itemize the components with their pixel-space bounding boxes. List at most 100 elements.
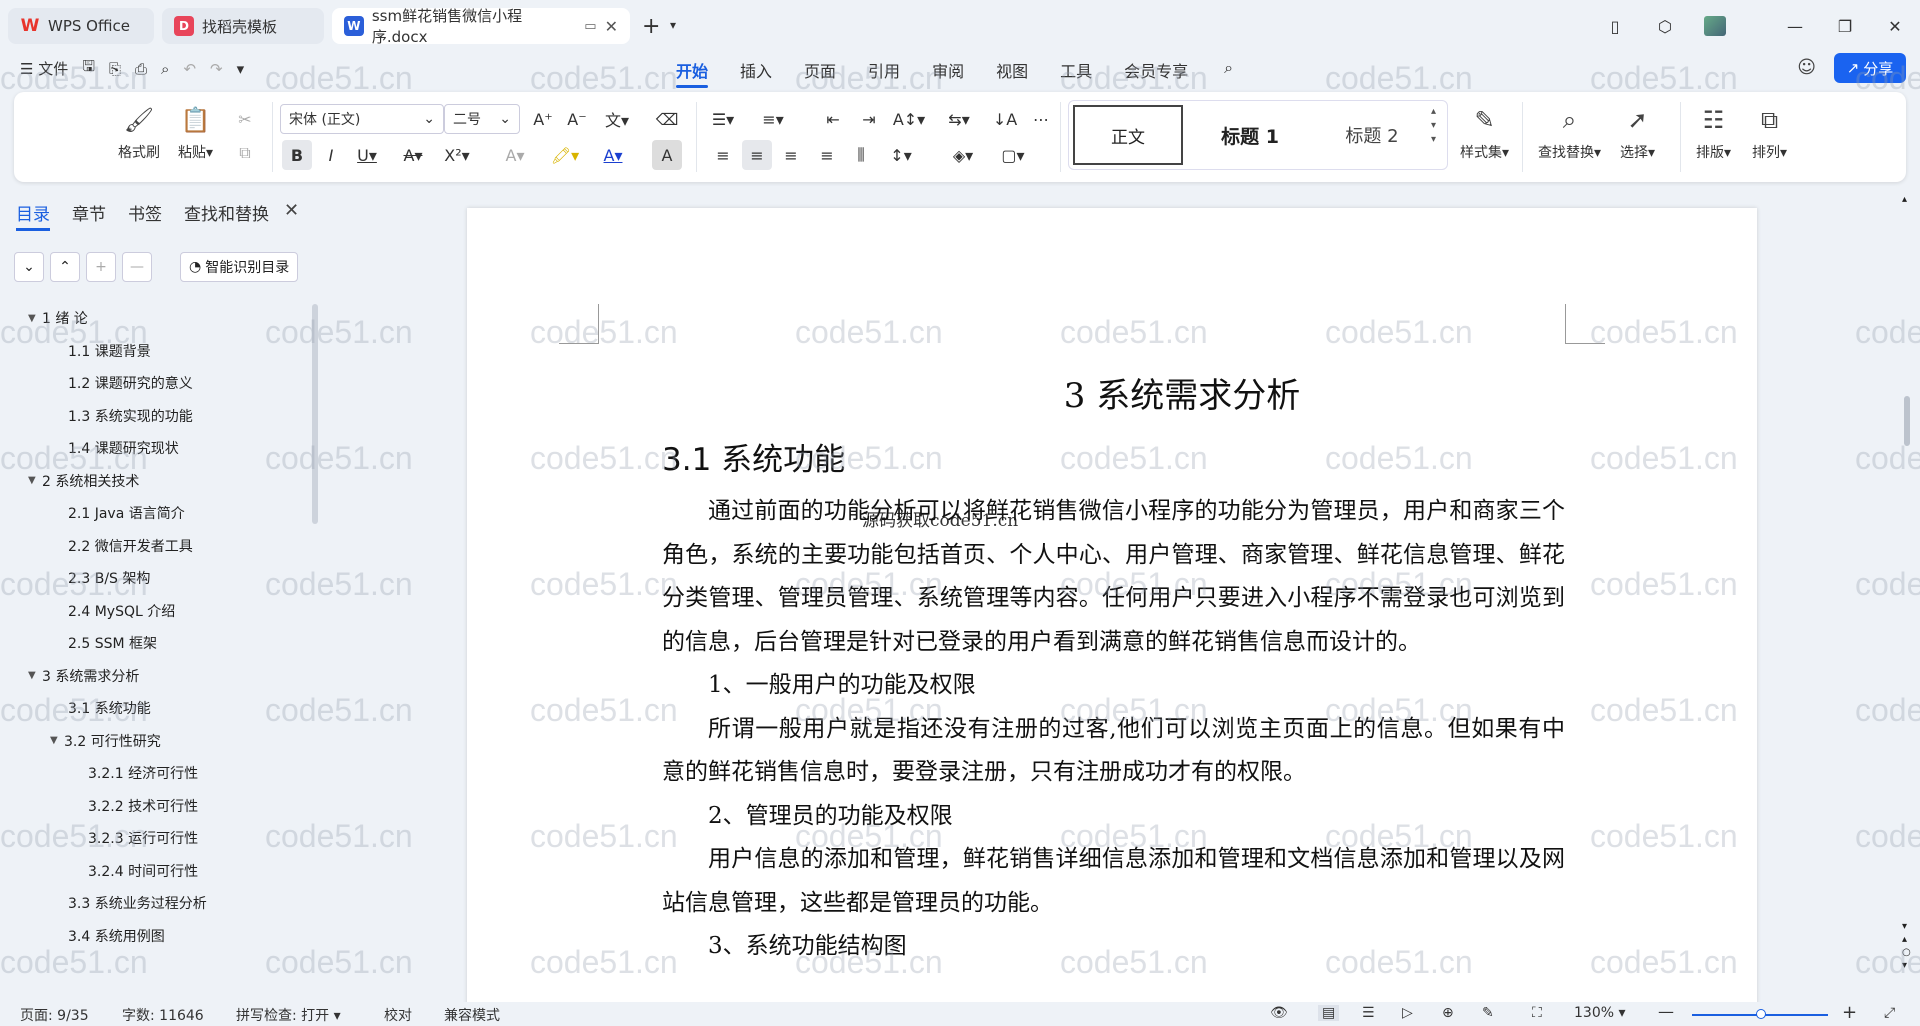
tab-review[interactable]: 审阅 [916,56,980,84]
cube-icon[interactable]: ⬡ [1640,10,1690,42]
file-menu[interactable]: ☰ 文件 [20,58,68,79]
toc-item[interactable]: 2.1 Java 语言简介 [0,497,310,530]
toc-item[interactable]: 3.2.2 技术可行性 [0,790,310,823]
toc-item[interactable]: 2.4 MySQL 介绍 [0,595,310,628]
share-link-icon[interactable]: ⎘ [109,60,121,78]
toc-item[interactable]: 3.3 系统业务过程分析 [0,887,310,920]
font-size-select[interactable]: 二号 ⌄ [444,104,520,134]
layout-button[interactable]: ☷ 排版▾ [1696,104,1731,162]
toc-item[interactable]: 2.2 微信开发者工具 [0,530,310,563]
close-icon[interactable]: ✕ [1870,10,1920,42]
superscript-icon[interactable]: X²▾ [442,140,472,170]
toc-item[interactable]: ▼ 3.2 可行性研究 [0,725,310,758]
toc-item[interactable]: 2.5 SSM 框架 [0,627,310,660]
style-set-button[interactable]: ✎ 样式集▾ [1460,104,1509,162]
tab-chapters[interactable]: 章节 [72,200,106,225]
toc-item[interactable]: 1.1 课题背景 [0,335,310,368]
sidebar-toggle-icon[interactable]: ▯ [1590,10,1640,42]
tab-document[interactable]: W ssm鲜花销售微信小程序.docx ▭ ✕ [332,7,630,46]
sort-icon[interactable]: ↓A [990,104,1020,134]
toc-item[interactable]: 3.2.4 时间可行性 [0,855,310,888]
play-icon[interactable]: ▷ [1402,1005,1413,1021]
paste-button[interactable]: 📋 粘贴▾ [178,104,213,162]
avatar[interactable] [1690,10,1740,42]
page-count[interactable]: 页面: 9/35 [20,1005,89,1025]
font-color-icon[interactable]: A▾ [598,140,628,170]
print-icon[interactable]: ⎙ [135,60,147,78]
expand-arrow-icon[interactable]: ▼ [28,313,42,324]
pen-icon[interactable]: ✎ [1482,1005,1494,1021]
print-preview-icon[interactable]: ⌕ [161,60,169,78]
text-direction-icon[interactable]: A↕▾ [893,104,925,134]
close-pane-icon[interactable]: ✕ [284,200,299,221]
word-count[interactable]: 字数: 11646 [122,1005,204,1025]
arrange-button[interactable]: ⧉ 排列▾ [1752,104,1787,162]
line-spacing-icon[interactable]: ↕▾ [886,140,916,170]
shading-icon[interactable]: ◈▾ [948,140,978,170]
document-page[interactable]: 3 系统需求分析 3.1 系统功能 源码获取code51.cn 通过前面的功能分… [467,208,1757,1002]
add-heading-icon[interactable]: + [86,252,116,282]
align-center-icon[interactable]: ≡ [742,140,772,170]
text-effect-icon[interactable]: A▾ [500,140,530,170]
new-tab-icon[interactable]: + [642,14,660,39]
style-heading-1[interactable]: 标题 1 [1195,105,1305,165]
tab-view[interactable]: 视图 [980,56,1044,84]
toc-item[interactable]: 3.1 系统功能 [0,692,310,725]
tab-list-chevron-icon[interactable]: ▾ [670,18,676,32]
bold-icon[interactable]: B [282,140,312,170]
expand-arrow-icon[interactable]: ▼ [28,475,42,486]
proofread[interactable]: 校对 [384,1005,412,1025]
find-replace-button[interactable]: ⌕ 查找替换▾ [1538,104,1601,162]
share-button[interactable]: ↗ 分享 [1834,53,1906,83]
scroll-thumb[interactable] [1904,396,1910,446]
tab-wps-office[interactable]: W WPS Office [8,8,154,44]
strikethrough-icon[interactable]: A▾ [398,140,428,170]
bullet-list-icon[interactable]: ☰▾ [708,104,738,134]
document-scrollbar[interactable]: ▴ ▾ ▴ ○ ▾ [1896,190,1920,1002]
toc-item[interactable]: ▼ 3 系统需求分析 [0,660,310,693]
tab-bookmarks[interactable]: 书签 [128,200,162,225]
expand-arrow-icon[interactable]: ▼ [28,670,42,681]
expand-arrow-icon[interactable]: ▼ [50,735,64,746]
tab-member[interactable]: 会员专享 [1108,56,1204,84]
pane-scrollbar[interactable] [312,304,318,524]
show-marks-icon[interactable]: ⋯ [1026,104,1056,134]
italic-icon[interactable]: I [316,140,346,170]
numbered-list-icon[interactable]: ≡▾ [758,104,788,134]
align-left-icon[interactable]: ≡ [708,140,738,170]
remove-heading-icon[interactable]: — [122,252,152,282]
distribute-icon[interactable]: ⫼ [846,140,876,170]
tab-find-replace[interactable]: 查找和替换 [184,200,269,225]
expand-all-icon[interactable]: ⌄ [14,252,44,282]
outline-view-icon[interactable]: ☰ [1362,1005,1375,1021]
undo-icon[interactable]: ↶ [183,60,196,78]
style-heading-2[interactable]: 标题 2 [1317,105,1427,165]
page-nav-icon[interactable]: ▾ ▴ ○ ▾ [1902,920,1911,972]
close-tab-icon[interactable]: ✕ [605,17,618,36]
toc-item[interactable]: 3.2.1 经济可行性 [0,757,310,790]
chat-icon[interactable]: ☺ [1797,57,1816,78]
scroll-up-icon[interactable]: ▴ [1902,194,1907,205]
zoom-out-icon[interactable]: — [1658,1002,1674,1021]
page-view-icon[interactable]: ▤ [1318,1005,1340,1021]
eye-icon[interactable]: 👁 [1270,1005,1288,1021]
font-name-select[interactable]: 宋体 (正文) ⌄ [280,104,444,134]
toc-item[interactable]: 1.4 课题研究现状 [0,432,310,465]
style-normal[interactable]: 正文 [1073,105,1183,165]
tab-insert[interactable]: 插入 [724,56,788,84]
toc-item[interactable]: 2.3 B/S 架构 [0,562,310,595]
redo-icon[interactable]: ↷ [210,60,223,78]
tab-page[interactable]: 页面 [788,56,852,84]
toc-item[interactable]: 1.2 课题研究的意义 [0,367,310,400]
spell-check[interactable]: 拼写检查: 打开 ▾ [236,1005,341,1025]
fit-page-icon[interactable]: ⛶ [1532,1005,1542,1021]
collapse-all-icon[interactable]: ⌃ [50,252,80,282]
increase-indent-icon[interactable]: ⇥ [854,104,884,134]
save-icon[interactable]: 🖫 [82,56,95,81]
select-button[interactable]: ➚ 选择▾ [1620,104,1655,162]
underline-icon[interactable]: U▾ [352,140,382,170]
style-scroll-icon[interactable]: ▴ ▾ ▾ [1431,105,1436,147]
tab-docer-templates[interactable]: D 找稻壳模板 [162,8,324,44]
restore-icon[interactable]: ❐ [1820,10,1870,42]
toc-item[interactable]: ▼ 1 绪 论 [0,302,310,335]
